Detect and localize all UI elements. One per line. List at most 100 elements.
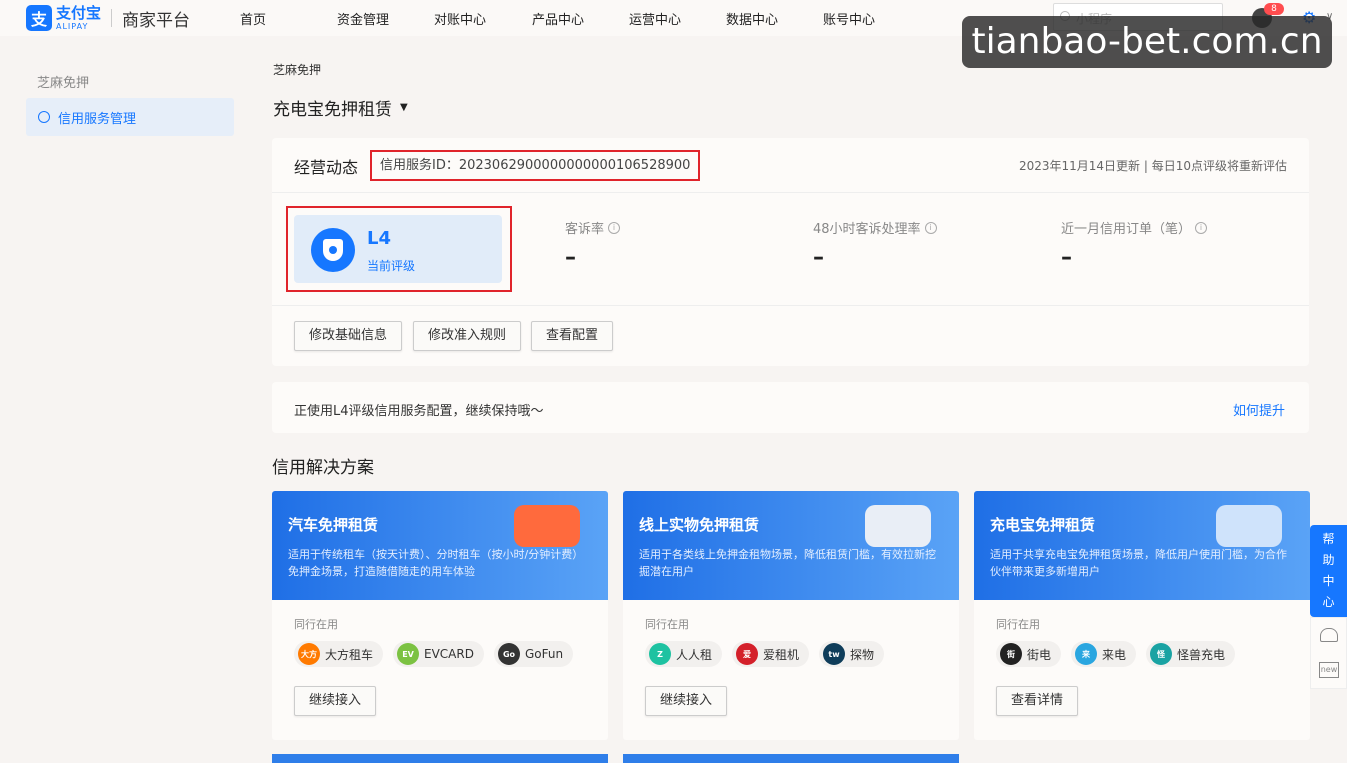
service-id: 信用服务ID：2023062900000000000106528900 [370, 150, 701, 181]
edit-access-rules-button[interactable]: 修改准入规则 [413, 321, 522, 351]
metric-value: – [1061, 245, 1072, 270]
how-to-improve-link[interactable]: 如何提升 [1233, 400, 1285, 419]
solution-card-goods: 线上实物免押租赁 适用于各类线上免押金租物场景，降低租赁门槛，有效拉新挖掘潜在用… [623, 491, 959, 740]
card-title: 经营动态 [294, 158, 359, 177]
level-label: 当前评级 [367, 259, 416, 273]
peer-logo-icon: 怪 [1150, 643, 1173, 665]
divider [272, 305, 1309, 306]
nav-data[interactable]: 数据中心 [726, 9, 823, 28]
headset-icon[interactable] [1320, 628, 1338, 642]
page-title-dropdown[interactable]: 充电宝免押租赁 ▼ [273, 95, 408, 120]
solution-header: 线上实物免押租赁 适用于各类线上免押金租物场景，降低租赁门槛，有效拉新挖掘潜在用… [623, 491, 959, 600]
metric-label: 近一月信用订单（笔） [1061, 222, 1192, 237]
solution-title: 汽车免押租赁 [288, 516, 379, 534]
solution-desc: 适用于共享充电宝免押租赁场景，降低用户使用门槛，为合作伙伴带来更多新增用户 [990, 548, 1287, 578]
metric-complaint-rate: 客诉率 i – [565, 218, 621, 270]
caret-down-icon: ▼ [400, 102, 408, 113]
alipay-icon: 支 [26, 5, 52, 31]
peer-logo-icon: EV [397, 643, 420, 665]
peer-label: 同行在用 [996, 618, 1040, 631]
card-header: 经营动态 信用服务ID：2023062900000000000106528900… [272, 138, 1309, 193]
peer-chip: 来来电 [1071, 641, 1137, 667]
page-title: 充电宝免押租赁 [273, 100, 392, 120]
peer-logo-icon: 大方 [298, 643, 320, 665]
peer-chip: Go GoFun [493, 641, 574, 667]
peer-chip: 爱爱租机 [732, 641, 810, 667]
view-details-button[interactable]: 查看详情 [996, 686, 1079, 716]
help-center-button[interactable]: 帮 助 中 心 [1310, 525, 1347, 617]
view-config-button[interactable]: 查看配置 [531, 321, 614, 351]
solution-card-car: 汽车免押租赁 适用于传统租车（按天计费）、分时租车（按小时/分钟计费）免押金场景… [272, 491, 608, 740]
peer-chip: 街街电 [996, 641, 1062, 667]
peer-label: 同行在用 [294, 618, 338, 631]
solution-card-partial [272, 754, 608, 763]
metric-monthly-orders: 近一月信用订单（笔） i – [1061, 218, 1208, 270]
help-label-3: 中 [1322, 574, 1335, 588]
continue-access-button[interactable]: 继续接入 [294, 686, 377, 716]
continue-access-button[interactable]: 继续接入 [645, 686, 728, 716]
notice-text: 正使用L4评级信用服务配置，继续保持哦～ [294, 404, 544, 419]
power-bank-illustration [1216, 505, 1282, 547]
help-label-1: 帮 [1322, 532, 1335, 546]
metric-label: 客诉率 [565, 222, 605, 237]
peer-label: 同行在用 [645, 618, 689, 631]
solution-header: 汽车免押租赁 适用于传统租车（按天计费）、分时租车（按小时/分钟计费）免押金场景… [272, 491, 608, 600]
notification-badge: 8 [1264, 3, 1284, 15]
peer-logo-icon: 爱 [736, 643, 759, 665]
breadcrumb[interactable]: 芝麻免押 [273, 61, 321, 78]
credit-icon [38, 111, 50, 123]
notice-bar: 正使用L4评级信用服务配置，继续保持哦～ 如何提升 [272, 382, 1309, 433]
logo-text-en: ALIPAY [56, 21, 89, 31]
peer-chip: Z 人人租 [645, 641, 723, 667]
peer-logo-icon: tw [823, 643, 846, 665]
peer-name: 怪兽充电 [1177, 647, 1226, 662]
solutions-section-title: 信用解决方案 [272, 458, 374, 478]
peer-logo-icon: 街 [1000, 643, 1022, 665]
info-icon[interactable]: i [608, 221, 621, 234]
help-tools: new [1310, 617, 1347, 689]
metric-value: – [813, 245, 824, 270]
peer-chip: 怪怪兽充电 [1146, 641, 1236, 667]
main-nav: 首页 资金管理 对账中心 产品中心 运营中心 数据中心 账号中心 [240, 0, 903, 36]
nav-account[interactable]: 账号中心 [823, 9, 903, 28]
nav-products[interactable]: 产品中心 [532, 9, 629, 28]
watermark-overlay: tianbao-bet.com.cn [962, 16, 1332, 68]
level-highlight: L4 当前评级 [286, 206, 512, 292]
metric-value: – [565, 245, 576, 270]
peer-name: 来电 [1102, 647, 1127, 662]
peer-name: 街电 [1027, 647, 1052, 662]
nav-operations[interactable]: 运营中心 [629, 9, 726, 28]
peer-name: EVCARD [424, 647, 474, 661]
alipay-logo[interactable]: 支 支付宝 ALIPAY 商家平台 [26, 5, 190, 31]
peer-name: GoFun [524, 647, 564, 661]
peer-list: Z 人人租 爱爱租机 tw 探物 [645, 641, 894, 667]
vr-headset-illustration [865, 505, 931, 547]
business-dynamics-card: 经营动态 信用服务ID：2023062900000000000106528900… [272, 138, 1309, 366]
solution-title: 充电宝免押租赁 [990, 516, 1096, 534]
peer-name: 大方租车 [325, 647, 374, 662]
peer-chip: tw 探物 [819, 641, 885, 667]
nav-home[interactable]: 首页 [240, 9, 337, 28]
peer-logo-icon: Go [497, 643, 520, 665]
peer-chip: EV EVCARD [393, 641, 484, 667]
solution-header: 充电宝免押租赁 适用于共享充电宝免押租赁场景，降低用户使用门槛，为合作伙伴带来更… [974, 491, 1310, 600]
nav-reconciliation[interactable]: 对账中心 [434, 9, 532, 28]
info-icon[interactable]: i [1195, 221, 1208, 234]
peer-logo-icon: Z [649, 643, 671, 665]
peer-logo-icon: 来 [1075, 643, 1098, 665]
sidebar-item-credit-service[interactable]: 信用服务管理 [26, 98, 234, 136]
info-icon[interactable]: i [924, 221, 937, 234]
solution-desc: 适用于各类线上免押金租物场景，降低租赁门槛，有效拉新挖掘潜在用户 [639, 548, 936, 578]
sidebar-item-label: 信用服务管理 [58, 111, 137, 127]
logo-divider [111, 9, 113, 27]
new-icon[interactable]: new [1319, 662, 1339, 678]
help-label-4: 心 [1322, 595, 1335, 609]
peer-list: 大方 大方租车 EV EVCARD Go GoFun [294, 641, 583, 667]
solution-desc: 适用于传统租车（按天计费）、分时租车（按小时/分钟计费）免押金场景，打造随借随走… [288, 548, 584, 578]
level-card: L4 当前评级 [294, 215, 502, 283]
edit-basic-info-button[interactable]: 修改基础信息 [294, 321, 403, 351]
help-label-2: 助 [1322, 553, 1335, 567]
solution-card-partial [623, 754, 959, 763]
nav-funds[interactable]: 资金管理 [337, 9, 434, 28]
metric-48h-handling: 48小时客诉处理率 i – [813, 218, 937, 270]
